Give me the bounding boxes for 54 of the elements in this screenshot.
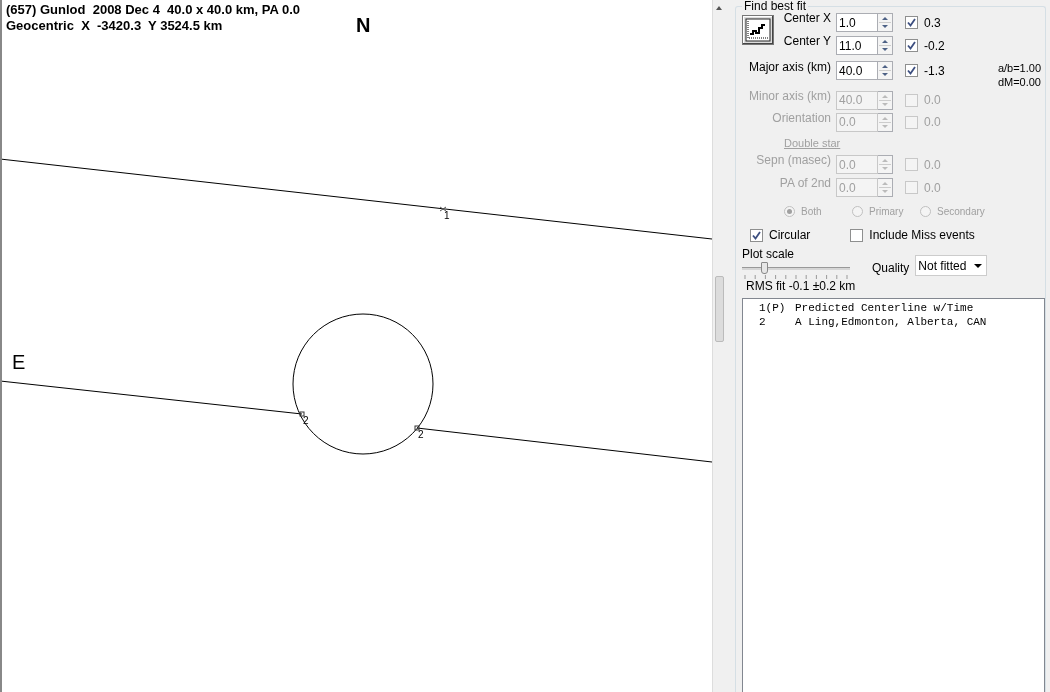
- parameter-label: Orientation: [771, 111, 832, 127]
- north-label: N: [356, 14, 371, 36]
- parameter-label: Sepn (masec): [755, 153, 832, 169]
- east-label: E: [12, 351, 26, 373]
- event-number[interactable]: 1(P): [759, 301, 795, 315]
- checkbox[interactable]: [750, 228, 763, 242]
- event-number[interactable]: 2: [759, 315, 795, 329]
- rms-fit-text: RMS fit -0.1 ±0.2 km: [745, 278, 857, 295]
- checkbox[interactable]: [905, 16, 918, 29]
- fit-delta: 0.0: [924, 180, 941, 195]
- parameter-label: Minor axis (km): [748, 89, 832, 105]
- event-name[interactable]: Predicted Centerline w/Time: [795, 301, 974, 315]
- quality-dropdown[interactable]: Not fitted: [915, 255, 988, 276]
- caret-icon: [974, 263, 983, 268]
- axis-ratio: a/b=1.00: [997, 61, 1041, 75]
- up-arrow-icon[interactable]: [716, 6, 722, 10]
- number-field[interactable]: 1.0: [836, 13, 878, 32]
- splitter-thumb[interactable]: [715, 276, 724, 342]
- spin-button[interactable]: [878, 36, 893, 55]
- chord-label: 2: [303, 415, 309, 426]
- plot-scale-slider[interactable]: [742, 261, 850, 275]
- slider-label: Plot scale: [742, 247, 796, 261]
- event-marker: [439, 206, 447, 212]
- chord-label: 1: [444, 210, 450, 221]
- parameter-label: Center Y: [782, 34, 832, 50]
- group-title: Find best fit: [742, 0, 809, 13]
- fit-delta: 0.0: [924, 115, 941, 129]
- fit-delta: 0.0: [924, 93, 941, 107]
- checkbox-label[interactable]: Circular: [769, 228, 811, 242]
- number-field[interactable]: 11.0: [836, 36, 878, 55]
- fit-delta: 0.0: [924, 157, 941, 172]
- chart-icon[interactable]: [742, 15, 774, 45]
- checkbox[interactable]: [905, 64, 918, 77]
- event-marker: [414, 425, 420, 431]
- chord-label: 2: [418, 429, 424, 440]
- slider-thumb[interactable]: [760, 262, 768, 274]
- number-field[interactable]: 40.0: [836, 61, 878, 80]
- spin-button[interactable]: [878, 61, 893, 80]
- event-name[interactable]: A Ling,Edmonton, Alberta, CAN: [795, 315, 987, 329]
- checkbox-label[interactable]: Include Miss events: [869, 228, 975, 242]
- quality-label: Quality: [872, 261, 910, 275]
- checkbox[interactable]: [905, 39, 918, 52]
- parameter-label: Major axis (km): [748, 59, 832, 76]
- fit-delta: -0.2: [924, 38, 945, 53]
- parameter-label: PA of 2nd: [778, 176, 832, 192]
- checkbox[interactable]: [850, 228, 864, 242]
- parameter-label: Center X: [782, 11, 832, 27]
- event-marker: [299, 411, 305, 417]
- fit-delta: -1.3: [924, 63, 945, 78]
- plot-subtitle: Geocentric X -3420.3 Y 3524.5 km: [6, 18, 223, 34]
- fit-delta: 0.3: [924, 15, 941, 30]
- spin-button[interactable]: [878, 13, 893, 32]
- plot-title: (657) Gunlod 2008 Dec 4 40.0 x 40.0 km, PA 0.0: [6, 2, 301, 18]
- magnitude-difference: dM=0.00: [997, 75, 1041, 89]
